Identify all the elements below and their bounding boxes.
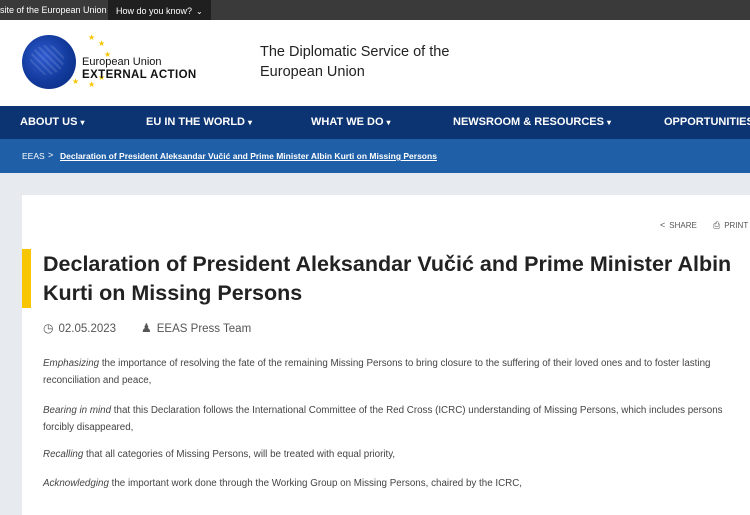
print-icon: ⎙	[713, 220, 721, 230]
article-date: ◷ 02.05.2023	[43, 321, 116, 335]
breadcrumb-home-link[interactable]: EEAS	[22, 151, 45, 161]
user-icon: ♟	[141, 321, 152, 335]
paragraph-lead: Acknowledging	[43, 478, 109, 489]
paragraph-text: that this Declaration follows the Intern…	[43, 405, 723, 433]
nav-item-label: NEWSROOM & RESOURCES	[453, 116, 604, 128]
nav-item-what-we-do[interactable]: WHAT WE DO ▾	[311, 106, 391, 139]
nav-item-label: EU IN THE WORLD	[146, 116, 245, 128]
nav-item-about-us[interactable]: ABOUT US ▾	[20, 106, 84, 139]
clock-icon: ◷	[43, 321, 54, 335]
page-title: Declaration of President Aleksandar Vuči…	[43, 252, 732, 305]
date-text: 02.05.2023	[58, 323, 117, 335]
how-do-you-know-label: How do you know?	[116, 6, 193, 16]
paragraph: Acknowledging the important work done th…	[43, 475, 743, 492]
paragraph: Bearing in mind that this Declaration fo…	[43, 402, 743, 436]
paragraph: Emphasizing the importance of resolving …	[43, 355, 743, 389]
author-text: EEAS Press Team	[156, 323, 252, 335]
nav-item-label: WHAT WE DO	[311, 116, 384, 128]
nav-item-label: ABOUT US	[20, 116, 78, 128]
paragraph-lead: Emphasizing	[43, 358, 100, 369]
main-navigation: ABOUT US ▾ EU IN THE WORLD ▾ WHAT WE DO ▾ N…	[0, 106, 750, 139]
official-eu-bar: site of the European Union How do you kn…	[0, 0, 750, 20]
tagline-line2: European Union	[260, 64, 365, 80]
chevron-down-icon: ▾	[248, 118, 253, 127]
paragraph-text: the importance of resolving the fate of …	[43, 358, 711, 386]
share-icon: <	[660, 220, 666, 230]
print-button[interactable]: ⎙ PRINT	[713, 220, 748, 231]
tagline-line1: The Diplomatic Service of the	[260, 44, 450, 60]
share-label: SHARE	[669, 221, 697, 230]
how-do-you-know-button[interactable]: How do you know? ⌄	[108, 0, 211, 20]
brand-name-line1: European Union	[82, 56, 162, 68]
nav-item-eu-in-the-world[interactable]: EU IN THE WORLD ▾	[146, 106, 252, 139]
breadcrumb-current-link[interactable]: Declaration of President Aleksandar Vuči…	[60, 151, 437, 161]
breadcrumb: EEAS > Declaration of President Aleksand…	[0, 139, 750, 173]
nav-item-label: OPPORTUNITIES	[664, 116, 750, 128]
chevron-down-icon: ▾	[386, 118, 391, 127]
chevron-down-icon: ▾	[606, 118, 611, 127]
nav-item-opportunities[interactable]: OPPORTUNITIES	[664, 106, 750, 139]
paragraph-text: the important work done through the Work…	[108, 478, 523, 489]
share-button[interactable]: < SHARE	[660, 220, 697, 230]
brand-name-line2: EXTERNAL ACTION	[82, 69, 197, 81]
print-label: PRINT	[724, 221, 749, 230]
official-site-text: site of the European Union	[0, 5, 107, 15]
title-accent-bar	[22, 249, 31, 308]
paragraph-text: that all categories of Missing Persons, …	[83, 449, 396, 460]
paragraph: Recalling that all categories of Missing…	[43, 446, 743, 463]
breadcrumb-separator: >	[48, 150, 54, 160]
site-header: ★ ★ ★ ★ ★ ★ European Union EXTERNAL ACTI…	[0, 20, 750, 106]
article-author: ♟ EEAS Press Team	[141, 321, 251, 335]
paragraph-lead: Recalling	[43, 449, 84, 460]
chevron-down-icon: ▾	[80, 118, 85, 127]
nav-item-newsroom-resources[interactable]: NEWSROOM & RESOURCES ▾	[453, 106, 611, 139]
paragraph-lead: Bearing in mind	[43, 405, 112, 416]
